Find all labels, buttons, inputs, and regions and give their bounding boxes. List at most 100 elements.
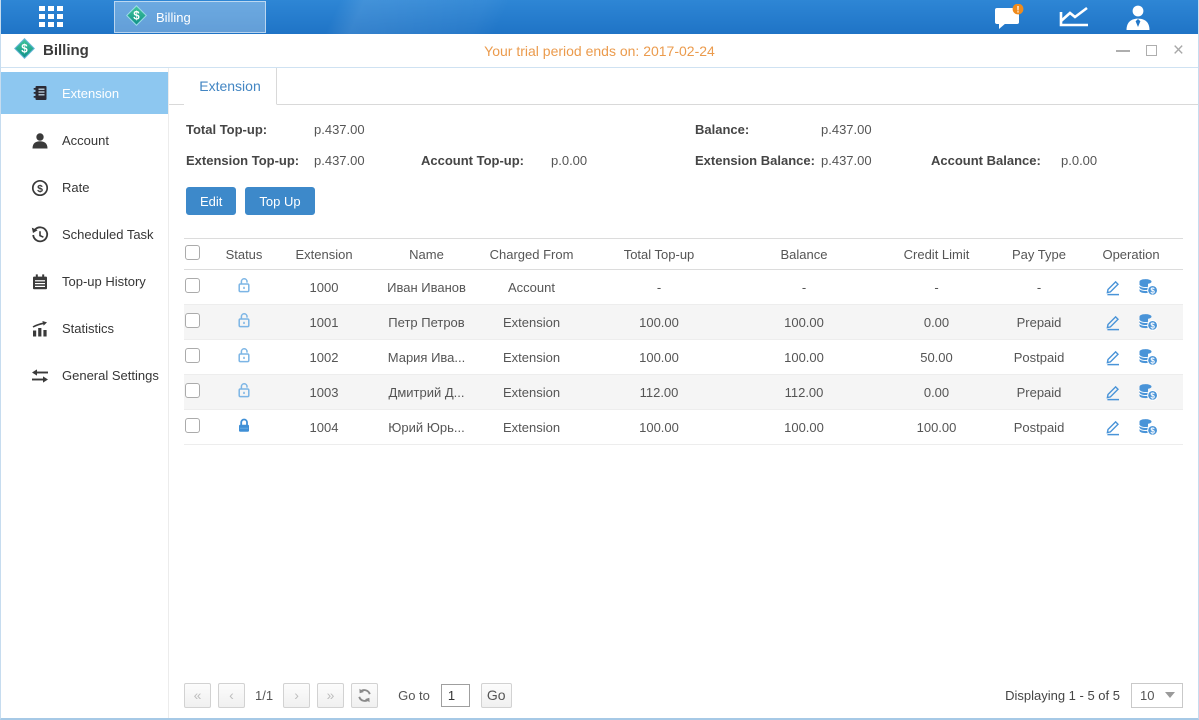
- prev-page-button[interactable]: ‹: [218, 683, 245, 708]
- column-header-total-topup: Total Top-up: [584, 239, 734, 270]
- pay-type: Prepaid: [999, 375, 1079, 410]
- billing-app-icon: $: [14, 38, 35, 64]
- charged-from: Account: [479, 270, 584, 305]
- account-topup-value: p.0.00: [551, 153, 695, 168]
- unlocked-icon: [236, 282, 252, 297]
- displaying-text: Displaying 1 - 5 of 5: [1005, 688, 1120, 703]
- table-row: 1000 Иван Иванов Account - - - - $: [184, 270, 1183, 305]
- taskbar-tab-label: Billing: [156, 10, 191, 25]
- transfer-arrows-icon: [30, 366, 49, 385]
- edit-row-icon[interactable]: [1104, 278, 1122, 296]
- close-button[interactable]: ×: [1173, 44, 1184, 58]
- sidebar-item-account[interactable]: Account: [1, 117, 168, 164]
- sidebar-item-extension[interactable]: Extension: [1, 72, 168, 114]
- go-button[interactable]: Go: [481, 683, 512, 708]
- extension-balance-label: Extension Balance:: [695, 153, 821, 168]
- extension-number: 1003: [274, 375, 374, 410]
- edit-row-icon[interactable]: [1104, 418, 1122, 436]
- svg-text:$: $: [133, 11, 140, 23]
- history-clock-icon: [30, 225, 49, 244]
- locked-icon: [236, 422, 252, 437]
- last-page-button[interactable]: »: [317, 683, 344, 708]
- sidebar-label: Top-up History: [62, 274, 146, 289]
- sidebar: Extension Account $ Rate: [1, 68, 169, 718]
- extension-name: Иван Иванов: [374, 270, 479, 305]
- edit-row-icon[interactable]: [1104, 383, 1122, 401]
- top-up-row-icon[interactable]: $: [1138, 313, 1158, 331]
- first-page-button[interactable]: «: [184, 683, 211, 708]
- next-page-button[interactable]: ›: [283, 683, 310, 708]
- top-up-row-icon[interactable]: $: [1138, 278, 1158, 296]
- extension-name: Юрий Юрь...: [374, 410, 479, 445]
- sidebar-item-statistics[interactable]: Statistics: [1, 305, 168, 352]
- page-size-value: 10: [1140, 688, 1154, 703]
- svg-text:$: $: [1150, 287, 1155, 296]
- ledger-icon: [30, 84, 49, 103]
- edit-row-icon[interactable]: [1104, 313, 1122, 331]
- total-topup: 100.00: [584, 340, 734, 375]
- sidebar-item-general-settings[interactable]: General Settings: [1, 352, 168, 399]
- account-balance-label: Account Balance:: [931, 153, 1061, 168]
- credit-limit: 100.00: [874, 410, 999, 445]
- row-checkbox[interactable]: [185, 383, 200, 398]
- goto-page-input[interactable]: [441, 684, 470, 707]
- minimize-button[interactable]: [1116, 44, 1130, 58]
- edit-button[interactable]: Edit: [186, 187, 236, 215]
- credit-limit: -: [874, 270, 999, 305]
- row-checkbox[interactable]: [185, 348, 200, 363]
- sidebar-item-rate[interactable]: $ Rate: [1, 164, 168, 211]
- page-size-select[interactable]: 10: [1131, 683, 1183, 708]
- window-controls: ×: [1116, 44, 1184, 58]
- charged-from: Extension: [479, 375, 584, 410]
- top-up-row-icon[interactable]: $: [1138, 418, 1158, 436]
- tab-extension[interactable]: Extension: [184, 68, 277, 105]
- balance-value: p.437.00: [821, 122, 931, 137]
- chevron-down-icon: [1165, 692, 1175, 698]
- row-checkbox[interactable]: [185, 278, 200, 293]
- sidebar-item-scheduled-task[interactable]: Scheduled Task: [1, 211, 168, 258]
- top-up-row-icon[interactable]: $: [1138, 348, 1158, 366]
- person-icon: [30, 131, 49, 150]
- edit-row-icon[interactable]: [1104, 348, 1122, 366]
- table-row: 1002 Мария Ива... Extension 100.00 100.0…: [184, 340, 1183, 375]
- sidebar-label: General Settings: [62, 368, 159, 383]
- row-checkbox[interactable]: [185, 418, 200, 433]
- resource-monitor-icon[interactable]: [1058, 5, 1091, 29]
- extension-topup-value: p.437.00: [314, 153, 421, 168]
- charged-from: Extension: [479, 410, 584, 445]
- apps-menu-icon[interactable]: [39, 6, 69, 28]
- refresh-button[interactable]: [351, 683, 378, 708]
- desktop-topbar: $ Billing !: [1, 0, 1198, 34]
- pay-type: -: [999, 270, 1079, 305]
- sidebar-label: Statistics: [62, 321, 114, 336]
- column-header-credit-limit: Credit Limit: [874, 239, 999, 270]
- column-header-operation: Operation: [1079, 239, 1183, 270]
- total-topup: -: [584, 270, 734, 305]
- window-title: Billing: [43, 42, 89, 59]
- account-topup-label: Account Top-up:: [421, 153, 551, 168]
- column-header-charged-from: Charged From: [479, 239, 584, 270]
- pay-type: Prepaid: [999, 305, 1079, 340]
- top-up-button[interactable]: Top Up: [245, 187, 314, 215]
- taskbar-tab-billing[interactable]: $ Billing: [114, 1, 266, 33]
- svg-text:$: $: [1150, 357, 1155, 366]
- select-all-checkbox[interactable]: [185, 245, 200, 260]
- unlocked-icon: [236, 317, 252, 332]
- top-up-row-icon[interactable]: $: [1138, 383, 1158, 401]
- unlocked-icon: [236, 352, 252, 367]
- sidebar-item-topup-history[interactable]: Top-up History: [1, 258, 168, 305]
- total-topup: 112.00: [584, 375, 734, 410]
- maximize-button[interactable]: [1146, 44, 1157, 58]
- table-header-row: Status Extension Name Charged From Total…: [184, 239, 1183, 270]
- sidebar-label: Scheduled Task: [62, 227, 154, 242]
- unlocked-icon: [236, 387, 252, 402]
- total-topup-label: Total Top-up:: [186, 122, 314, 137]
- user-account-icon[interactable]: [1124, 4, 1152, 30]
- extension-number: 1002: [274, 340, 374, 375]
- notifications-icon[interactable]: !: [994, 4, 1025, 30]
- svg-text:$: $: [21, 43, 28, 55]
- extension-name: Петр Петров: [374, 305, 479, 340]
- row-checkbox[interactable]: [185, 313, 200, 328]
- table-row: 1003 Дмитрий Д... Extension 112.00 112.0…: [184, 375, 1183, 410]
- page-indicator: 1/1: [255, 688, 273, 703]
